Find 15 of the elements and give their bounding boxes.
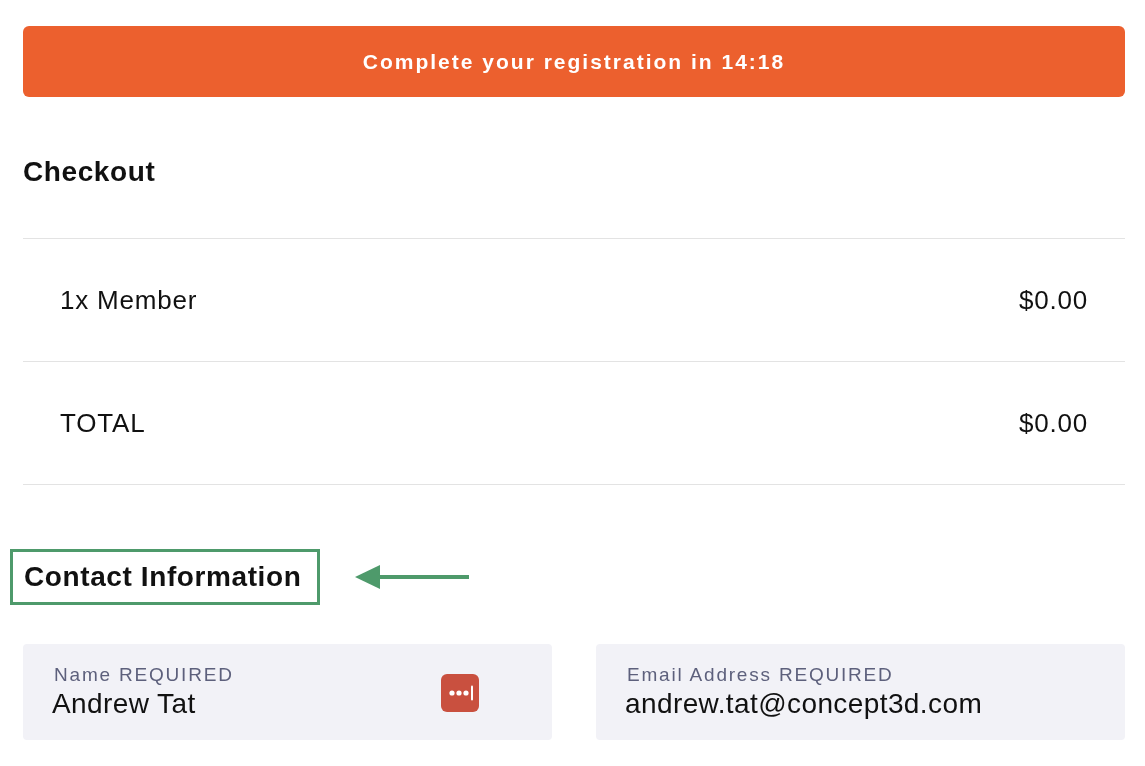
section-heading: Checkout (23, 155, 156, 189)
field-label: Name REQUIRED (53, 663, 234, 686)
text-field[interactable]: Email Address REQUIRED andrew.tat@concept3d.com (596, 644, 1125, 740)
line-item-label: 1x Member (60, 283, 198, 317)
banner-text: Complete your registration in 14:18 (362, 48, 786, 75)
text-field[interactable]: Name REQUIRED Andrew Tat (23, 644, 552, 740)
section-heading: Contact Information (24, 560, 302, 594)
password-manager-icon[interactable] (441, 674, 479, 712)
line-item-amount: $0.00 (1018, 283, 1088, 317)
input-field[interactable]: andrew.tat@concept3d.com (625, 686, 1125, 721)
line-item-amount: $0.00 (1018, 406, 1088, 440)
field-label: Email Address REQUIRED (626, 663, 894, 686)
arrow-icon (355, 565, 470, 589)
input-field[interactable]: Andrew Tat (52, 686, 441, 721)
line-item-label: TOTAL (60, 406, 146, 440)
